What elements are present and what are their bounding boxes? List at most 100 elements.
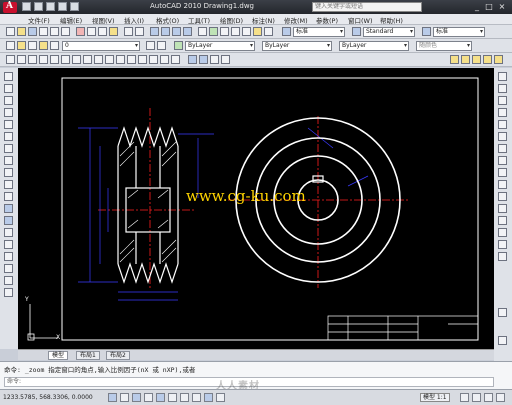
angular-dim-icon[interactable] xyxy=(83,55,92,64)
menu-insert[interactable]: 插入(I) xyxy=(124,15,144,25)
polygon-icon[interactable] xyxy=(4,108,13,117)
paste-icon[interactable] xyxy=(98,27,107,36)
menu-modify[interactable]: 修改(M) xyxy=(284,15,308,25)
new-icon[interactable] xyxy=(6,27,15,36)
layer-previous-icon[interactable] xyxy=(157,41,166,50)
ucs-face-icon[interactable] xyxy=(221,55,230,64)
color-swatch-icon[interactable] xyxy=(174,41,183,50)
copy-icon[interactable] xyxy=(87,27,96,36)
view-iso2-icon[interactable] xyxy=(483,55,492,64)
layer-combo[interactable]: 0 xyxy=(62,41,140,51)
point-icon[interactable] xyxy=(4,228,13,237)
hatch-icon[interactable] xyxy=(4,240,13,249)
open-file-icon[interactable] xyxy=(34,2,43,11)
tool-palettes-icon[interactable] xyxy=(220,27,229,36)
line-icon[interactable] xyxy=(4,72,13,81)
lineweight-combo[interactable]: ByLayer xyxy=(339,41,409,51)
erase-icon[interactable] xyxy=(498,72,507,81)
maximize-button[interactable]: □ xyxy=(484,2,494,11)
spline-icon[interactable] xyxy=(4,168,13,177)
ortho-toggle[interactable] xyxy=(132,393,141,402)
radius-dim-icon[interactable] xyxy=(50,55,59,64)
workspace-switch-icon[interactable] xyxy=(460,393,469,402)
text-style-combo[interactable]: 标准 xyxy=(293,27,345,37)
layer-on-icon[interactable] xyxy=(28,41,37,50)
quick-calc-icon[interactable] xyxy=(253,27,262,36)
properties-icon[interactable] xyxy=(198,27,207,36)
ducs-toggle[interactable] xyxy=(180,393,189,402)
arc-length-icon[interactable] xyxy=(28,55,37,64)
scroll-up-icon[interactable] xyxy=(498,308,507,317)
layer-lock-icon[interactable] xyxy=(50,41,59,50)
aligned-dim-icon[interactable] xyxy=(17,55,26,64)
model-scale-label[interactable]: 模型 1:1 xyxy=(420,393,450,402)
menu-tools[interactable]: 工具(T) xyxy=(188,15,210,25)
menu-edit[interactable]: 编辑(E) xyxy=(60,15,82,25)
redo-icon[interactable] xyxy=(70,2,79,11)
mtext-icon[interactable] xyxy=(4,288,13,297)
circle-icon[interactable] xyxy=(4,144,13,153)
cut-icon[interactable] xyxy=(76,27,85,36)
stretch-icon[interactable] xyxy=(498,168,507,177)
join-icon[interactable] xyxy=(498,216,507,225)
fillet-icon[interactable] xyxy=(498,240,507,249)
text-style-icon[interactable] xyxy=(282,27,291,36)
mirror-icon[interactable] xyxy=(498,96,507,105)
view-iso-icon[interactable] xyxy=(472,55,481,64)
color-combo[interactable]: ByLayer xyxy=(185,41,255,51)
table-style-icon[interactable] xyxy=(422,27,431,36)
polar-toggle[interactable] xyxy=(144,393,153,402)
region-icon[interactable] xyxy=(4,264,13,273)
osnap-toggle[interactable] xyxy=(156,393,165,402)
table-style-combo[interactable]: 标准 xyxy=(433,27,485,37)
view-top-icon[interactable] xyxy=(450,55,459,64)
sheet-set-icon[interactable] xyxy=(231,27,240,36)
otrack-toggle[interactable] xyxy=(168,393,177,402)
jogged-icon[interactable] xyxy=(61,55,70,64)
snap-toggle[interactable] xyxy=(108,393,117,402)
ucs-icon[interactable] xyxy=(188,55,197,64)
redo-icon[interactable] xyxy=(135,27,144,36)
menu-view[interactable]: 视图(V) xyxy=(92,15,115,25)
save-icon[interactable] xyxy=(28,27,37,36)
menu-window[interactable]: 窗口(W) xyxy=(348,15,373,25)
arc-icon[interactable] xyxy=(4,132,13,141)
quick-dim-icon[interactable] xyxy=(94,55,103,64)
trim-icon[interactable] xyxy=(498,180,507,189)
plot-preview-icon[interactable] xyxy=(50,27,59,36)
plot-style-combo[interactable]: 随颜色 xyxy=(416,41,472,51)
layer-freeze-icon[interactable] xyxy=(39,41,48,50)
dyn-toggle[interactable] xyxy=(192,393,201,402)
menu-parametric[interactable]: 参数(P) xyxy=(316,15,338,25)
clean-screen-icon[interactable] xyxy=(484,393,493,402)
dim-text-edit-icon[interactable] xyxy=(160,55,169,64)
move-icon[interactable] xyxy=(498,132,507,141)
match-properties-icon[interactable] xyxy=(109,27,118,36)
dim-update-icon[interactable] xyxy=(171,55,180,64)
linear-dim-icon[interactable] xyxy=(6,55,15,64)
menu-format[interactable]: 格式(O) xyxy=(156,15,179,25)
tab-layout1[interactable]: 布局1 xyxy=(76,351,100,360)
drawing-canvas[interactable]: Y X www.cg-ku.com xyxy=(18,68,494,349)
undo-icon[interactable] xyxy=(58,2,67,11)
extend-icon[interactable] xyxy=(498,192,507,201)
zoom-previous-icon[interactable] xyxy=(183,27,192,36)
linetype-combo[interactable]: ByLayer xyxy=(262,41,332,51)
ucs-previous-icon[interactable] xyxy=(210,55,219,64)
tab-model[interactable]: 模型 xyxy=(48,351,69,360)
continue-icon[interactable] xyxy=(116,55,125,64)
ellipse-arc-icon[interactable] xyxy=(4,192,13,201)
tolerance-icon[interactable] xyxy=(127,55,136,64)
grid-toggle[interactable] xyxy=(120,393,129,402)
close-button[interactable]: × xyxy=(497,2,507,11)
open-icon[interactable] xyxy=(17,27,26,36)
gradient-icon[interactable] xyxy=(4,252,13,261)
pan-icon[interactable] xyxy=(150,27,159,36)
array-icon[interactable] xyxy=(498,120,507,129)
construction-line-icon[interactable] xyxy=(4,84,13,93)
view-iso3-icon[interactable] xyxy=(494,55,503,64)
publish-icon[interactable] xyxy=(61,27,70,36)
design-center-icon[interactable] xyxy=(209,27,218,36)
zoom-realtime-icon[interactable] xyxy=(161,27,170,36)
status-menu-icon[interactable] xyxy=(496,393,505,402)
